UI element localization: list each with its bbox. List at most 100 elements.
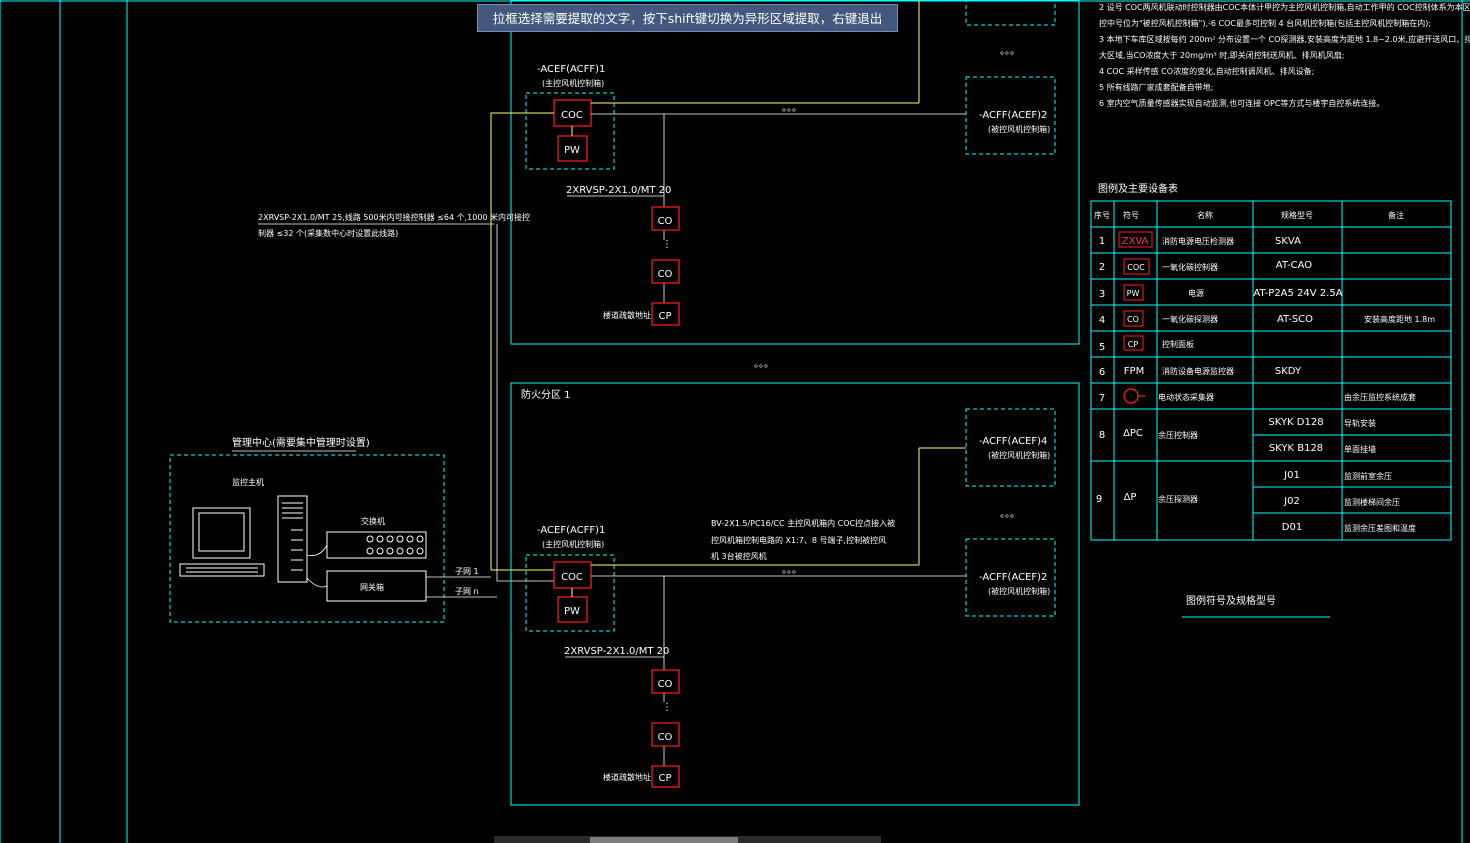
legend-row4-name: 一氧化碳探测器 [1162,314,1218,324]
legend-row1-symbol: ZXVA [1122,236,1149,247]
legend-row9-note-c: 监测余压差图和温度 [1344,523,1416,533]
note-line5: 4 COC 采样传感 CO浓度的变化,自动控制调风机、排风设备; [1099,66,1314,76]
legend-header-name: 名称 [1197,210,1213,220]
note-line4: 大区域,当CO浓度大于 20mg/m³ 时,即关闭控制送风机、排风机风扇; [1099,50,1345,60]
upper-cable-label: 2XRVSP-2X1.0/MT 20 [566,185,671,196]
legend-row7-no: 7 [1099,393,1105,404]
lower-acef1-sublabel: (主控风机控制箱) [542,539,604,549]
bv-note-line1: BV-2X1.5/PC16/CC 主控风机箱内 COC控点接入被 [711,518,895,528]
upper-cp-text: CP [658,311,671,322]
legend-row4-spec: AT-SCO [1277,314,1313,325]
switch-label: 交换机 [361,516,385,526]
note-line3: 3 本地下车库区域按每约 200m² 分布设置一个 CO探测器,安装高度为距地 … [1099,34,1470,44]
horizontal-scrollbar[interactable] [494,836,881,843]
legend-row3-no: 3 [1099,289,1105,300]
legend-row2-symbol: COC [1127,263,1145,272]
legend-footer: 图例符号及规格型号 [1186,594,1276,607]
management-title: 管理中心(需要集中管理时设置) [232,436,370,449]
cad-drawing-canvas[interactable]: 。。。 -ACEF(ACFF)1 (主控风机控制箱) COC PW 。。。 -A… [0,0,1470,843]
lower-acff4-sublabel: (被控风机控制箱) [988,450,1050,460]
lower-coc-text: COC [561,572,583,583]
legend-row5-name: 控制面板 [1162,339,1194,349]
legend-row9-note-a: 监测前室余压 [1344,471,1392,481]
legend-row8-note-b: 单面挂墙 [1344,444,1376,454]
legend-row4-symbol: CO [1127,315,1139,324]
lower-cable-label: 2XRVSP-2X1.0/MT 20 [564,646,669,657]
legend-row2-name: 一氧化碳控制器 [1162,262,1218,272]
upper-vertical-dots: ⋮ [662,239,672,250]
legend-row9-symbol: ΔP [1124,492,1137,503]
legend-row7-name: 电动状态采集器 [1158,392,1214,402]
bv-note-line2: 控风机箱控制电路的 X1:7、8 号端子,控制被控风 [711,535,886,545]
lower-acff2-label: -ACFF(ACEF)2 [979,572,1047,583]
note-line7: 6 室内空气质量传感器实现自动监测,也可连接 OPC等方式与楼宇自控系统连接。 [1099,98,1384,108]
legend-row4-no: 4 [1099,315,1105,326]
legend-row8-note-a: 导轨安装 [1344,418,1376,428]
legend-row5-no: 5 [1099,342,1105,353]
legend-row8-symbol: ΔPC [1123,428,1143,439]
zones-between-dots: 。。。 [754,359,774,370]
upper-acef1-label: -ACEF(ACFF)1 [537,64,605,75]
legend-row9-spec-a: J01 [1283,470,1300,481]
lower-pw-text: PW [564,606,580,617]
legend-row1-spec: SKVA [1275,236,1301,247]
lower-dots-mid: 。。。 [782,565,802,576]
legend-row5-symbol: CP [1128,340,1139,349]
lower-cp-text: CP [658,773,671,784]
left-note-line1: 2XRVSP-2X1.0/MT 25,线路 500米内可接控制器 ≤64 个,1… [258,212,530,222]
note-line2: 控中号位为"被控风机控制箱"),-6 COC最多可控制 4 台风机控制箱(包括主… [1099,18,1431,28]
upper-dots-mid: 。。。 [782,103,802,114]
bv-note-line3: 机 3台被控风机 [711,551,767,561]
legend-row1-name: 消防电源电压检测器 [1162,236,1234,246]
legend-row8-spec-b: SKYK B128 [1269,443,1323,454]
legend-row9-note-b: 监测楼梯间余压 [1344,497,1400,507]
upper-acff2-sublabel: (被控风机控制箱) [988,124,1050,134]
legend-header-symbol: 符号 [1123,210,1139,220]
subnet1-label: 子网 1 [455,567,479,576]
upper-pw-text: PW [564,145,580,156]
legend-row8-name: 余压控制器 [1158,430,1198,440]
upper-co1-text: CO [658,216,673,227]
legend-row2-no: 2 [1099,262,1105,273]
upper-acef1-sublabel: (主控风机控制箱) [542,78,604,88]
legend-title: 图例及主要设备表 [1098,182,1178,195]
upper-coc-text: COC [561,110,583,121]
legend-row1-no: 1 [1099,236,1105,247]
legend-row6-name: 消防设备电源监控器 [1162,366,1234,376]
legend-header-no: 序号 [1094,210,1110,220]
legend-row6-spec: SKDY [1275,366,1302,377]
upper-co2-text: CO [658,269,673,280]
lower-co2-text: CO [658,732,673,743]
left-note-line2: 制器 ≤32 个(采集数中心时设置此线路) [258,228,398,238]
legend-row3-name: 电源 [1188,288,1204,298]
legend-row7-note: 由余压监控系统成套 [1344,392,1416,402]
legend-row9-spec-c: D01 [1282,522,1302,533]
legend-row9-name: 余压探测器 [1158,494,1198,504]
upper-acff2-label: -ACFF(ACEF)2 [979,110,1047,121]
legend-row9-no: 9 [1096,494,1102,505]
lower-acef1-label: -ACEF(ACFF)1 [537,525,605,536]
lower-vertical-dots: ⋮ [662,702,672,713]
lower-co1-text: CO [658,679,673,690]
lower-acff2-sublabel: (被控风机控制箱) [988,586,1050,596]
legend-row8-spec-a: SKYK D128 [1268,417,1323,428]
note-line6: 5 所有线路厂家成套配备自带地; [1099,82,1213,92]
legend-row6-symbol: FPM [1124,366,1144,377]
upper-dots-top: 。。。 [1000,46,1020,57]
legend-row6-no: 6 [1099,367,1105,378]
legend-row4-note: 安装高度距地 1.8m [1364,314,1435,324]
note-line1: 2 设号 COC两风机联动时控制器由COC本体计甲控为主控风机控制箱,自动工作甲… [1099,2,1470,12]
legend-header-spec: 规格型号 [1281,210,1313,220]
legend-row9-spec-b: J02 [1283,496,1300,507]
drawing-background [0,0,1470,843]
lower-zone-title: 防火分区 1 [521,388,571,401]
legend-row2-spec: AT-CAO [1276,260,1313,271]
gateway-label: 网关箱 [360,582,384,592]
host-label: 监控主机 [232,477,264,487]
lower-cp-caption: 楼道疏散地址 [603,772,651,782]
legend-row8-no: 8 [1099,430,1105,441]
scrollbar-thumb[interactable] [590,837,738,843]
legend-row3-spec: AT-P2A5 24V 2.5A [1253,288,1342,299]
subnetn-label: 子网 n [455,587,479,596]
lower-acff4-label: -ACFF(ACEF)4 [979,436,1047,447]
